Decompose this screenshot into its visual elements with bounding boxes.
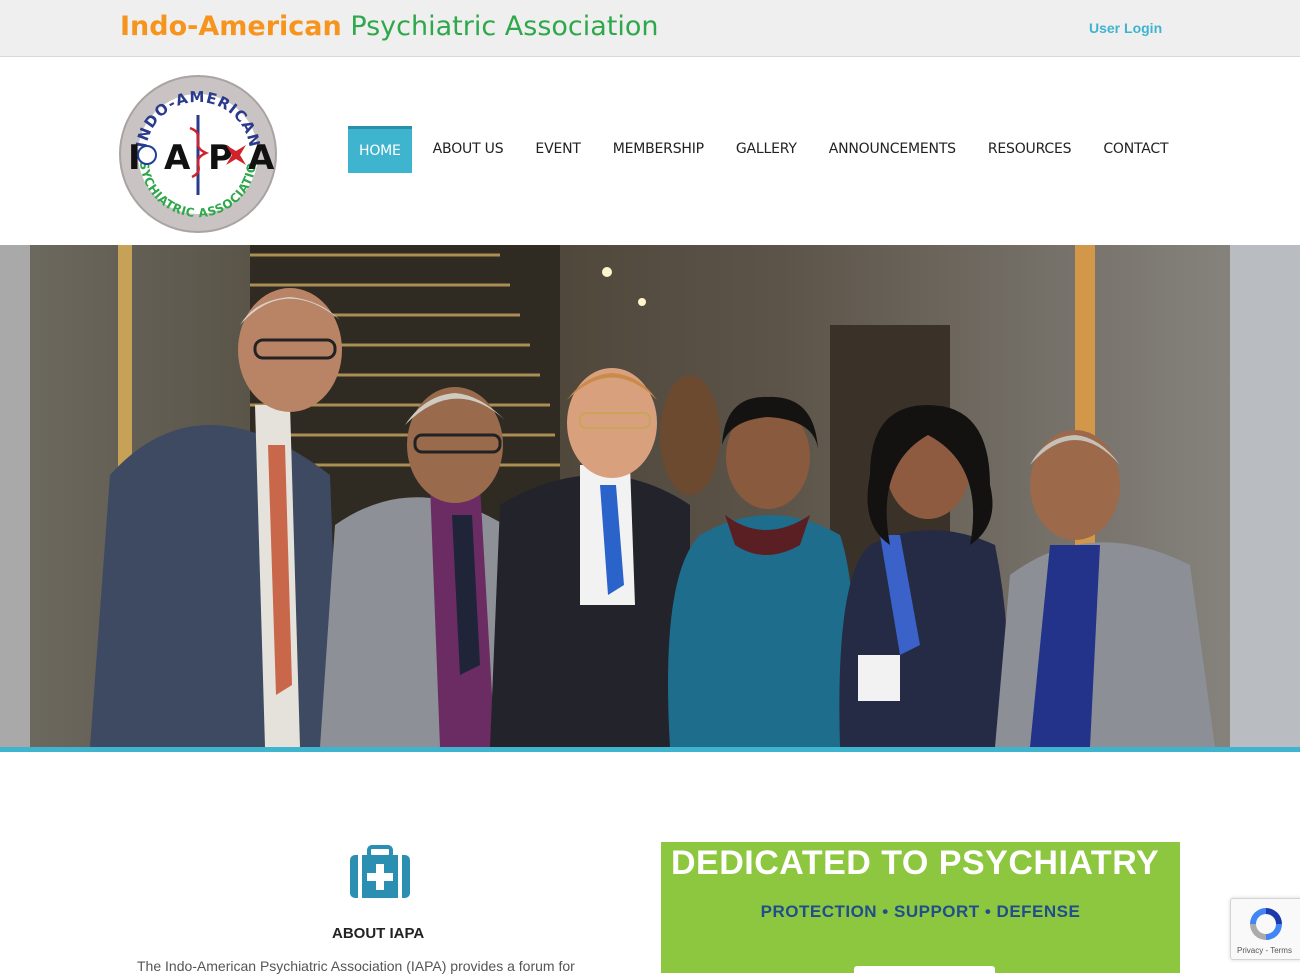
logo-letter-3: P	[208, 138, 233, 178]
recaptcha-icon	[1250, 908, 1282, 940]
main-nav: HOME ABOUT US EVENT MEMBERSHIP GALLERY A…	[348, 126, 1184, 173]
promo-tagline: PROTECTION • SUPPORT • DEFENSE	[760, 902, 1081, 921]
about-title: ABOUT IAPA	[332, 925, 425, 942]
nav-gallery[interactable]: GALLERY	[720, 126, 813, 173]
hero-group-photo	[0, 245, 1300, 747]
nav-event[interactable]: EVENT	[519, 126, 596, 173]
nav-about-us[interactable]: ABOUT US	[417, 126, 520, 173]
site-title-part2: Psychiatric Association	[350, 11, 659, 42]
nav-membership[interactable]: MEMBERSHIP	[597, 126, 720, 173]
logo-letter-2: A	[164, 138, 191, 178]
about-text: The Indo-American Psychiatric Associatio…	[137, 958, 575, 974]
hero-accent-bar	[0, 747, 1300, 752]
ashoka-wheel-icon	[137, 145, 157, 165]
site-title-part1: Indo-American	[120, 11, 342, 42]
iapa-logo[interactable]: INDO-AMERICAN PSYCHIATRIC ASSOCIATION I …	[113, 62, 278, 235]
medical-kit-icon	[349, 845, 411, 899]
site-title[interactable]: Indo-American Psychiatric Association	[120, 10, 659, 44]
hero-photo-illustration	[0, 245, 1300, 747]
top-bar: Indo-American Psychiatric Association Us…	[0, 0, 1300, 57]
promo-headline: DEDICATED TO PSYCHIATRY	[671, 844, 1160, 882]
promo-button[interactable]	[854, 966, 995, 973]
nav-announcements[interactable]: ANNOUNCEMENTS	[813, 126, 972, 173]
recaptcha-links[interactable]: Privacy - Terms	[1237, 946, 1292, 955]
logo-emblem: INDO-AMERICAN PSYCHIATRIC ASSOCIATION I …	[113, 62, 277, 233]
logo-letter-4: A	[248, 138, 275, 178]
nav-contact[interactable]: CONTACT	[1087, 126, 1184, 173]
nav-home[interactable]: HOME	[348, 126, 412, 173]
promo-banner[interactable]: DEDICATED TO PSYCHIATRY PROTECTION • SUP…	[661, 842, 1180, 973]
user-login-link[interactable]: User Login	[1089, 20, 1162, 36]
recaptcha-badge[interactable]: Privacy - Terms	[1230, 898, 1300, 960]
nav-resources[interactable]: RESOURCES	[972, 126, 1087, 173]
